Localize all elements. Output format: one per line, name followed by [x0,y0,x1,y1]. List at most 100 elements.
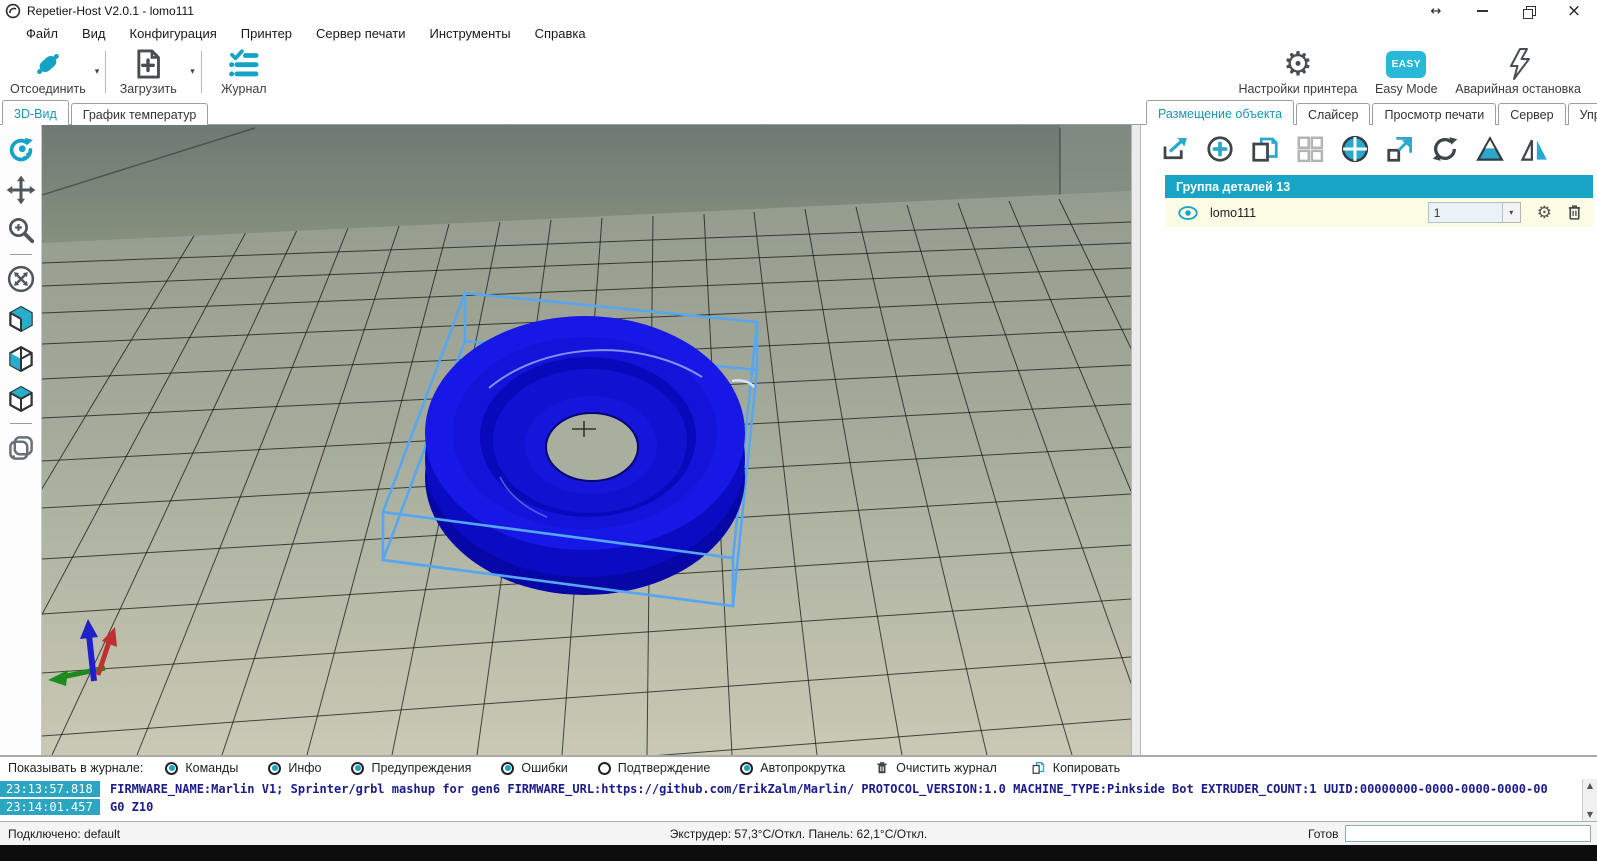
restore-icon [1523,6,1534,17]
log-entry: 23:14:01.457 G0 Z10 [0,799,1597,815]
rotate-object-button[interactable] [1429,133,1461,165]
clear-log-button[interactable]: Очистить журнал [875,760,997,776]
log-filter-label: Показывать в журнале: [8,761,143,775]
tab-control[interactable]: Управление [1568,103,1597,125]
journal-checklist-icon [226,47,262,81]
window-close-button[interactable]: × [1551,0,1597,22]
menu-tools[interactable]: Инструменты [418,23,523,44]
disconnect-button[interactable]: Отсоединить [4,45,92,99]
object-group-header[interactable]: Группа деталей 13 [1165,175,1593,198]
lightning-bolt-icon [1503,47,1533,81]
tab-object-placement[interactable]: Размещение объекта [1146,100,1294,125]
tab-print-preview[interactable]: Просмотр печати [1372,103,1496,125]
mirror-object-button[interactable] [1519,133,1551,165]
isometric-view-button[interactable] [4,302,38,336]
object-list-item[interactable]: lomo111 ▾ ⚙ [1165,198,1593,227]
emergency-stop-label: Аварийная остановка [1455,82,1581,96]
object-placement-panel: Группа деталей 13 lomo111 ▾ ⚙ [1141,125,1597,755]
autoposition-grid-icon [1295,134,1325,164]
viewport-3d[interactable] [42,125,1131,755]
tab-server[interactable]: Сервер [1498,103,1565,125]
rotate-object-icon [1430,134,1460,164]
tool-divider [10,423,32,424]
object-count-input[interactable] [1428,202,1503,223]
emergency-stop-button[interactable]: Аварийная остановка [1449,45,1587,99]
export-object-button[interactable] [1159,133,1191,165]
object-settings-gear-icon[interactable]: ⚙ [1537,203,1552,223]
printer-settings-button[interactable]: ⚙ Настройки принтера [1232,45,1363,99]
status-bar: Подключено: default Экструдер: 57,3°C/От… [0,821,1597,845]
visibility-eye-icon[interactable] [1177,204,1199,222]
tab-3d-view[interactable]: 3D-Вид [2,100,69,125]
toggle-ack[interactable]: Подтверждение [598,761,711,775]
menu-view[interactable]: Вид [70,23,118,44]
copy-log-button[interactable]: Копировать [1031,760,1120,776]
load-button[interactable]: Загрузить [109,45,187,99]
add-object-button[interactable] [1204,133,1236,165]
view-tabs: 3D-Вид График температур [2,100,210,125]
copy-object-button[interactable] [1249,133,1281,165]
front-view-button[interactable] [4,342,38,376]
drop-object-button[interactable] [1474,133,1506,165]
scale-object-button[interactable] [1384,133,1416,165]
center-object-button[interactable] [1339,133,1371,165]
menu-file[interactable]: Файл [14,23,70,44]
easy-mode-label: Easy Mode [1375,82,1438,96]
log-entry: 23:13:57.818 FIRMWARE_NAME:Marlin V1; Sp… [0,781,1597,797]
zoom-view-button[interactable] [4,213,38,247]
journal-button[interactable]: Журнал [205,45,283,99]
autoposition-button[interactable] [1294,133,1326,165]
scale-object-icon [1385,134,1415,164]
radio-on-icon [165,762,178,775]
copy-label: Копировать [1053,761,1120,775]
delete-object-trash-icon[interactable] [1566,203,1583,222]
toggle-info[interactable]: Инфо [268,761,321,775]
disconnect-dropdown-caret[interactable]: ▾ [92,45,103,99]
menu-help[interactable]: Справка [523,23,598,44]
center-object-icon [1340,134,1370,164]
log-scrollbar[interactable]: ▲ ▼ [1582,779,1597,821]
toggle-layers-button[interactable] [4,431,38,465]
toggle-commands[interactable]: Команды [165,761,238,775]
toolbar-separator [201,51,202,93]
toggle-autoscroll[interactable]: Автопрокрутка [740,761,845,775]
toggle-errors[interactable]: Ошибки [501,761,567,775]
toggle-commands-label: Команды [185,761,238,775]
main-toolbar: Отсоединить ▾ Загрузить ▾ [0,45,1597,99]
radio-off-icon [598,762,611,775]
fit-view-button[interactable] [4,262,38,296]
export-icon [1160,134,1190,164]
menu-print-server[interactable]: Сервер печати [304,23,417,44]
easy-mode-badge-icon: EASY [1386,47,1426,81]
menu-config[interactable]: Конфигурация [118,23,229,44]
rotate-view-button[interactable] [4,133,38,167]
title-bar: Repetier-Host V2.0.1 - lomo111 ↔ × [0,0,1597,22]
tab-slicer[interactable]: Слайсер [1296,103,1370,125]
cube-front-icon [6,344,36,374]
move-view-button[interactable] [4,173,38,207]
window-restore-button[interactable] [1505,0,1551,22]
toggle-warnings[interactable]: Предупреждения [351,761,471,775]
window-minimize-button[interactable] [1459,0,1505,22]
window-resize-button[interactable]: ↔ [1413,0,1459,22]
layers-icon [6,433,36,463]
log-filter-bar: Показывать в журнале: Команды Инфо Преду… [0,755,1597,779]
clear-log-label: Очистить журнал [896,761,997,775]
log-message: G0 Z10 [100,800,1570,814]
log-area[interactable]: 23:13:57.818 FIRMWARE_NAME:Marlin V1; Sp… [0,779,1597,821]
count-dropdown-caret[interactable]: ▾ [1503,202,1521,223]
tab-temperature-graph[interactable]: График температур [71,103,209,125]
top-view-button[interactable] [4,382,38,416]
toggle-ack-label: Подтверждение [618,761,711,775]
easy-mode-button[interactable]: EASY Easy Mode [1367,45,1445,99]
menu-printer[interactable]: Принтер [229,23,304,44]
easy-badge-text: EASY [1386,51,1426,78]
panel-splitter[interactable] [1131,125,1141,755]
toggle-warnings-label: Предупреждения [371,761,471,775]
scroll-up-icon[interactable]: ▲ [1587,781,1593,790]
load-label: Загрузить [120,82,177,96]
toggle-errors-label: Ошибки [521,761,567,775]
scroll-down-icon[interactable]: ▼ [1587,810,1593,819]
copy-object-icon [1250,134,1280,164]
load-dropdown-caret[interactable]: ▾ [187,45,198,99]
